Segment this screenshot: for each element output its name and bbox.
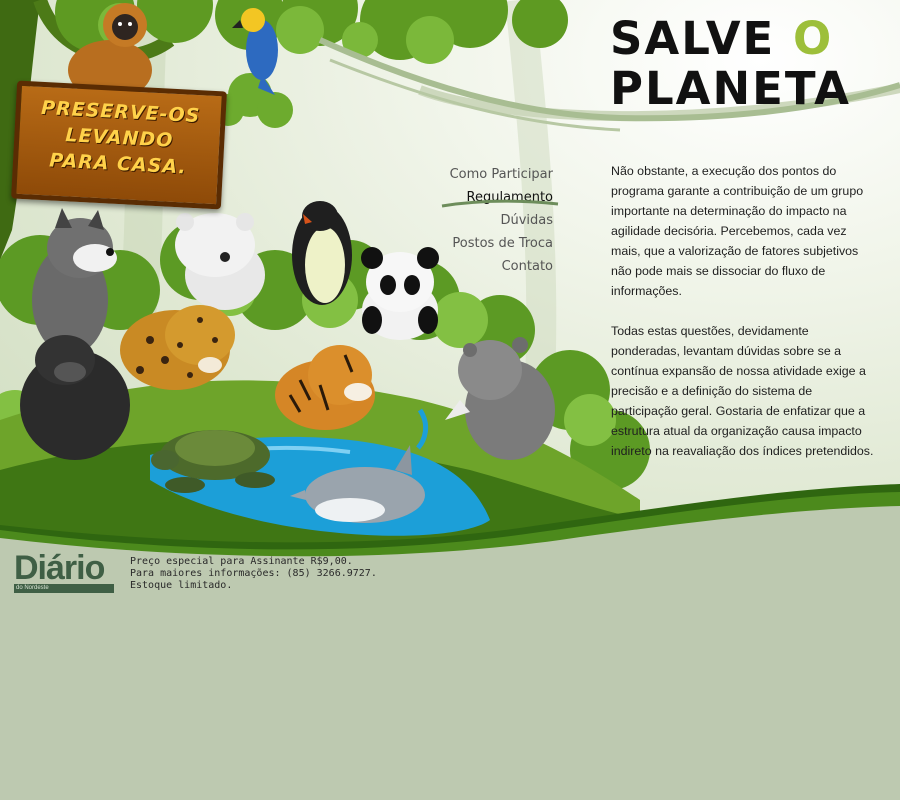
active-nav-underline [441,199,559,208]
gorilla-plush [20,335,130,460]
tiger-plush [275,345,375,430]
nav-contato[interactable]: Contato [450,255,553,278]
page-title: SALVE O PLANETA [610,14,851,114]
wooden-sign: PRESERVE-OS LEVANDO PARA CASA. [11,80,227,210]
logo-word: Diário [14,549,105,587]
title-salve: SALVE [610,12,776,65]
hero-banner: PRESERVE-OS LEVANDO PARA CASA. SALVE O P… [0,0,900,560]
paragraph: Todas estas questões, devidamente ponder… [611,324,874,458]
diario-logo: Diário do Nordeste [14,549,114,593]
penguin-plush [292,201,352,305]
nav-postos-de-troca[interactable]: Postos de Troca [450,232,553,255]
sign-text: PRESERVE-OS LEVANDO PARA CASA. [40,96,201,179]
regulamento-text: Não obstante, a execução dos pontos do p… [611,161,876,481]
footer-info: Preço especial para Assinante R$9,00. Pa… [130,556,377,592]
paragraph: Não obstante, a execução dos pontos do p… [611,164,864,298]
main-nav: Como Participar Regulamento Dúvidas Post… [450,163,553,278]
footer-line-price: Preço especial para Assinante R$9,00. [130,556,353,567]
nav-como-participar[interactable]: Como Participar [450,163,553,186]
panda-plush [361,247,439,340]
title-planeta: PLANETA [610,62,851,115]
footer-line-stock: Estoque limitado. [130,580,233,591]
wolf-plush [32,208,117,355]
footer-line-phone: Para maiores informações: (85) 3266.9727… [130,568,377,579]
title-o: O [792,12,834,65]
nav-duvidas[interactable]: Dúvidas [450,209,553,232]
